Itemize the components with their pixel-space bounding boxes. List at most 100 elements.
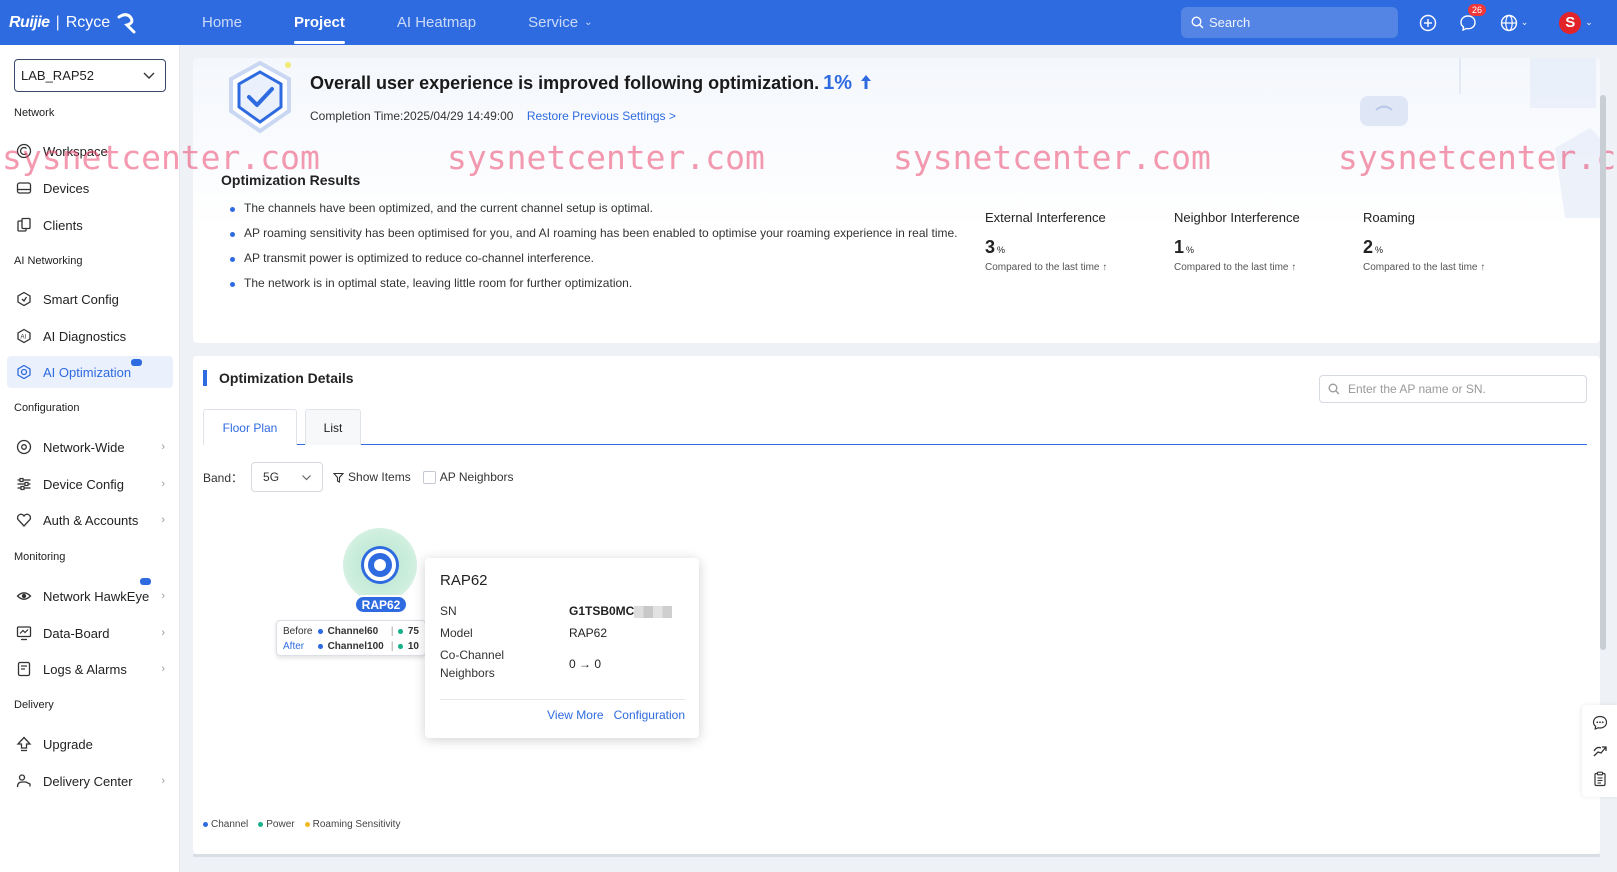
sidebar-item-label: Network HawkEye bbox=[43, 588, 150, 604]
legend-roaming: Roaming Sensitivity bbox=[304, 819, 401, 830]
channel-dot-icon bbox=[318, 644, 323, 649]
smart-config-icon bbox=[15, 290, 33, 308]
search-icon bbox=[1328, 383, 1340, 395]
sidebar-item-devices[interactable]: Devices bbox=[7, 172, 173, 204]
sidebar-item-upgrade[interactable]: Upgrade bbox=[7, 728, 173, 760]
sidebar-item-label: Smart Config bbox=[43, 291, 119, 307]
ai-diagnostics-icon: AI bbox=[15, 327, 33, 345]
tab-list[interactable]: List bbox=[305, 409, 361, 445]
feedback-hand-icon[interactable] bbox=[1592, 743, 1608, 759]
band-select[interactable]: 5G bbox=[251, 462, 324, 492]
popup-links: View More Configuration bbox=[547, 708, 685, 722]
floor-plan-legend: Channel Power Roaming Sensitivity bbox=[203, 819, 400, 830]
legend-label: Channel bbox=[211, 819, 249, 830]
network-wide-icon bbox=[15, 438, 33, 456]
monitor-icon bbox=[15, 624, 33, 642]
metric-unit: % bbox=[1375, 245, 1384, 255]
popup-row-neighbors: Co-Channel Neighbors 0 → 0 bbox=[440, 646, 685, 682]
before-label: Before bbox=[283, 626, 313, 637]
sidebar-item-device-config[interactable]: Device Config › bbox=[7, 468, 173, 500]
chevron-down-icon bbox=[143, 72, 155, 79]
ap-name-badge[interactable]: RAP62 bbox=[354, 595, 408, 614]
popup-row-model: Model RAP62 bbox=[440, 624, 685, 642]
metric-unit: % bbox=[1186, 245, 1195, 255]
sidebar-item-data-board[interactable]: Data-Board › bbox=[7, 617, 173, 649]
show-items-label: Show Items bbox=[348, 470, 411, 484]
sidebar-item-delivery-center[interactable]: Delivery Center › bbox=[7, 765, 173, 797]
log-document-icon bbox=[15, 660, 33, 678]
nav-project[interactable]: Project bbox=[268, 0, 371, 45]
section-delivery: Delivery bbox=[14, 699, 54, 711]
arrow-up-icon: ↑ bbox=[1102, 262, 1108, 273]
chat-icon[interactable] bbox=[1592, 715, 1608, 731]
brand-name-right: Rcyce bbox=[65, 13, 111, 31]
chevron-right-icon: › bbox=[161, 514, 165, 526]
metric-compare-text: Compared to the last time bbox=[1174, 262, 1289, 273]
metric-value: 2% bbox=[1363, 237, 1533, 258]
sidebar-item-clients[interactable]: Clients bbox=[7, 209, 173, 241]
channel-dot-icon bbox=[318, 629, 323, 634]
sidebar-item-auth-accounts[interactable]: Auth & Accounts › bbox=[7, 504, 173, 536]
completion-line: Completion Time:2025/04/29 14:49:00 Rest… bbox=[310, 109, 676, 123]
sidebar-item-ai-diagnostics[interactable]: AI AI Diagnostics bbox=[7, 320, 173, 352]
clipboard-icon[interactable] bbox=[1592, 771, 1608, 787]
sidebar-item-workspace[interactable]: Workspace bbox=[7, 135, 173, 167]
neighbors-after: 0 bbox=[594, 657, 602, 671]
metric-compare: Compared to the last time ↑ bbox=[985, 262, 1155, 273]
message-icon[interactable]: 26 bbox=[1458, 3, 1487, 33]
brand-logo[interactable]: Ruijie | Rcyce bbox=[9, 8, 144, 38]
brand-name-left: Ruijie bbox=[9, 13, 50, 31]
svg-text:AI: AI bbox=[21, 335, 27, 341]
user-menu[interactable]: S ⌄ bbox=[1558, 11, 1594, 34]
brand-separator: | bbox=[55, 13, 60, 31]
nav-ai-heatmap-label: AI Heatmap bbox=[396, 14, 477, 31]
sidebar-item-logs-alarms[interactable]: Logs & Alarms › bbox=[7, 653, 173, 685]
restore-settings-link[interactable]: Restore Previous Settings > bbox=[527, 109, 676, 123]
vertical-scrollbar[interactable] bbox=[1600, 95, 1606, 650]
site-select[interactable]: LAB_RAP52 bbox=[14, 59, 166, 92]
ap-neighbors-checkbox[interactable] bbox=[422, 470, 436, 484]
neighbors-value: 0 → 0 bbox=[569, 646, 601, 682]
chevron-right-icon: › bbox=[161, 627, 165, 639]
tab-floor-plan[interactable]: Floor Plan bbox=[203, 409, 297, 445]
top-bar: Ruijie | Rcyce Home Project AI Heatmap S… bbox=[0, 0, 1617, 45]
view-more-link[interactable]: View More bbox=[547, 708, 603, 722]
nav-home[interactable]: Home bbox=[176, 0, 268, 45]
sidebar-item-label: AI Optimization bbox=[43, 364, 132, 380]
sidebar-item-network-hawkeye[interactable]: Network HawkEye › bbox=[7, 578, 173, 612]
sidebar-item-label: Logs & Alarms bbox=[43, 661, 127, 677]
section-ai-networking: AI Networking bbox=[14, 255, 83, 267]
add-circle-icon[interactable] bbox=[1418, 13, 1438, 33]
configuration-link[interactable]: Configuration bbox=[614, 708, 685, 722]
nav-ai-heatmap[interactable]: AI Heatmap bbox=[371, 0, 502, 45]
main-nav: Home Project AI Heatmap Service ⌄ bbox=[176, 0, 619, 45]
chevron-down-icon: ⌄ bbox=[1520, 17, 1529, 27]
global-search-input[interactable]: Search bbox=[1181, 7, 1398, 38]
sidebar-item-smart-config[interactable]: Smart Config bbox=[7, 283, 173, 315]
optimization-results-title: Optimization Results bbox=[221, 172, 361, 188]
chevron-down-icon: ⌄ bbox=[584, 17, 593, 28]
sidebar-item-ai-optimization[interactable]: AI Optimization bbox=[7, 356, 173, 388]
brand-mark-icon bbox=[117, 12, 136, 33]
ap-coverage-circle[interactable] bbox=[343, 528, 417, 602]
legend-label: Roaming Sensitivity bbox=[312, 819, 401, 830]
arrow-up-icon: ↑ bbox=[1291, 262, 1297, 273]
show-items-button[interactable]: Show Items bbox=[333, 470, 411, 484]
sidebar-item-network-wide[interactable]: Network-Wide › bbox=[7, 431, 173, 463]
metric-compare: Compared to the last time ↑ bbox=[1174, 262, 1344, 273]
site-select-value: LAB_RAP52 bbox=[21, 68, 94, 83]
nav-service[interactable]: Service ⌄ bbox=[502, 0, 618, 45]
ap-marker-icon[interactable] bbox=[364, 549, 396, 581]
neighbors-label: Co-Channel Neighbors bbox=[440, 648, 505, 680]
optimization-details-title: Optimization Details bbox=[203, 370, 354, 386]
shield-check-icon bbox=[229, 60, 291, 134]
band-label: Band： bbox=[203, 470, 244, 485]
metric-title: External Interference bbox=[985, 210, 1106, 225]
power-dot-icon bbox=[398, 629, 403, 634]
ap-search-input[interactable]: Enter the AP name or SN. bbox=[1319, 375, 1587, 403]
chevron-right-icon: › bbox=[161, 590, 165, 602]
metric-number: 3 bbox=[985, 237, 996, 257]
beta-badge-icon bbox=[140, 578, 151, 585]
language-globe-icon[interactable]: ⌄ bbox=[1498, 13, 1530, 33]
after-row: After Channel100 | 10 bbox=[283, 639, 419, 654]
